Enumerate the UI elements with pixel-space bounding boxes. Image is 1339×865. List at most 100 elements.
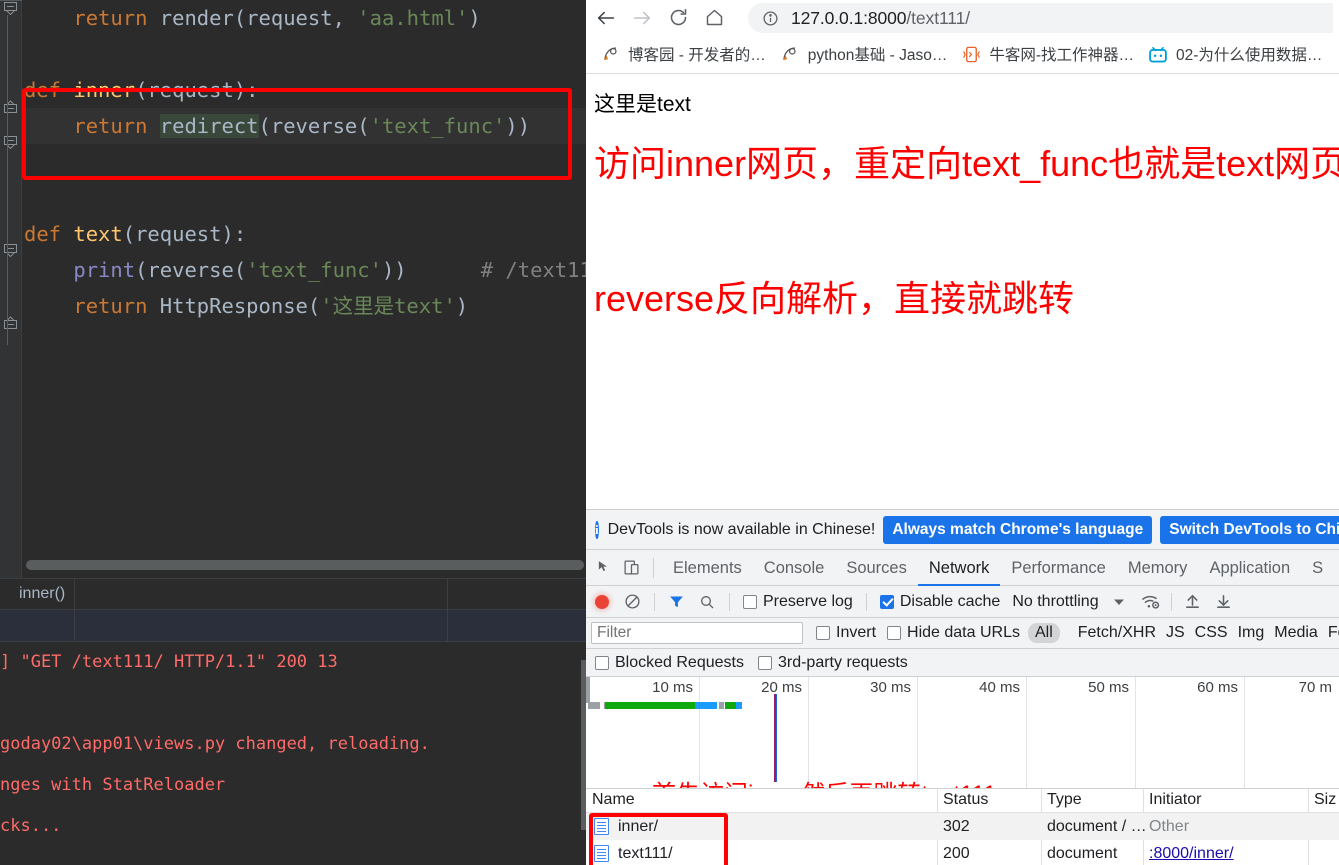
code-line[interactable]: return HttpResponse('这里是text'): [22, 288, 586, 324]
tab-application[interactable]: Application: [1198, 550, 1301, 586]
editor-horizontal-scrollbar[interactable]: [26, 560, 584, 570]
code-line[interactable]: def inner(request):: [22, 72, 586, 108]
code-line[interactable]: [22, 144, 586, 180]
import-har-icon[interactable]: [1184, 593, 1201, 610]
reload-icon[interactable]: [660, 0, 696, 35]
column-header-initiator[interactable]: Initiator: [1149, 791, 1201, 809]
chevron-down-icon[interactable]: [1113, 596, 1125, 608]
console-toolbar[interactable]: [0, 610, 586, 642]
device-toolbar-icon[interactable]: [618, 550, 645, 586]
inspect-element-icon[interactable]: [591, 550, 618, 586]
filter-type-js[interactable]: JS: [1166, 624, 1185, 642]
fold-arrow-icon[interactable]: [4, 100, 17, 113]
console-line: nges with StatReloader: [0, 775, 226, 795]
code-token: return: [73, 6, 160, 30]
fold-arrow-icon[interactable]: [4, 316, 17, 329]
console-line: ] "GET /text111/ HTTP/1.1" 200 13: [0, 652, 338, 672]
code-line[interactable]: [22, 36, 586, 72]
tab-network[interactable]: Network: [918, 550, 1001, 586]
blocked-requests-checkbox[interactable]: [595, 655, 609, 670]
third-party-requests-checkbox[interactable]: [757, 655, 772, 670]
network-requests-table[interactable]: Name Status Type Initiator Siz inner/ 30…: [586, 789, 1339, 865]
code-line[interactable]: print(reverse('text_func')) # /text111/: [22, 252, 586, 288]
fold-arrow-icon[interactable]: [4, 2, 17, 15]
hide-data-urls-checkbox[interactable]: [887, 626, 902, 640]
filter-input[interactable]: [591, 622, 803, 644]
tab-memory[interactable]: Memory: [1117, 550, 1199, 586]
network-conditions-icon[interactable]: [1141, 592, 1160, 611]
filter-icon[interactable]: [668, 593, 685, 610]
third-party-requests-label[interactable]: 3rd-party requests: [778, 654, 908, 672]
code-token: (request):: [135, 78, 259, 102]
blocked-requests-label[interactable]: Blocked Requests: [615, 654, 744, 672]
screen: return render(request, 'aa.html') def in…: [0, 0, 1339, 865]
ide-window: return render(request, 'aa.html') def in…: [0, 0, 586, 865]
info-circle-icon[interactable]: [762, 10, 779, 27]
run-console-output[interactable]: ] "GET /text111/ HTTP/1.1" 200 13 goday0…: [0, 642, 586, 865]
disable-cache-checkbox[interactable]: [879, 594, 894, 609]
tab-performance[interactable]: Performance: [1000, 550, 1116, 586]
fold-arrow-icon[interactable]: [4, 136, 17, 149]
request-name[interactable]: text111/: [618, 845, 673, 863]
bookmark-item[interactable]: 牛客网-找工作神器…: [961, 43, 1134, 65]
search-icon[interactable]: [699, 594, 715, 610]
filter-type-img[interactable]: Img: [1238, 624, 1265, 642]
disable-cache-label[interactable]: Disable cache: [900, 593, 1001, 611]
overview-annotation: 首先访问inner然后再跳转text111: [652, 774, 997, 788]
tab-console[interactable]: Console: [753, 550, 836, 586]
record-button[interactable]: [595, 594, 609, 609]
clear-icon[interactable]: [624, 593, 641, 610]
code-token: render(request,: [159, 6, 358, 30]
switch-to-chinese-button[interactable]: Switch DevTools to Chinese: [1160, 515, 1339, 544]
filter-type-fetch-xhr[interactable]: Fetch/XHR: [1078, 624, 1156, 642]
filter-type-all[interactable]: All: [1027, 623, 1060, 643]
preserve-log-checkbox[interactable]: [743, 594, 757, 609]
request-type: document: [1047, 844, 1118, 862]
code-line[interactable]: def text(request):: [22, 216, 586, 252]
column-header-name[interactable]: Name: [592, 791, 635, 809]
tab-sources[interactable]: Sources: [835, 550, 918, 586]
code-line[interactable]: return redirect(reverse('text_func')): [22, 108, 586, 144]
table-row[interactable]: text111/ 200 document :8000/inner/: [586, 840, 1339, 865]
bookmark-item[interactable]: 博客园 - 开发者的…: [600, 43, 766, 65]
console-line: cks...: [0, 816, 62, 836]
preserve-log-label[interactable]: Preserve log: [763, 593, 853, 611]
home-icon[interactable]: [696, 0, 732, 35]
code-line[interactable]: return render(request, 'aa.html'): [22, 0, 586, 36]
invert-checkbox[interactable]: [816, 626, 830, 640]
column-header-size[interactable]: Siz: [1314, 791, 1336, 809]
code-line[interactable]: [22, 180, 586, 216]
network-overview-timeline[interactable]: 10 ms 20 ms 30 ms 40 ms 50 ms 60 ms 70 m…: [586, 677, 1339, 789]
always-match-language-button[interactable]: Always match Chrome's language: [883, 515, 1153, 544]
table-row[interactable]: inner/ 302 document / … Other: [586, 813, 1339, 840]
column-header-status[interactable]: Status: [943, 791, 988, 809]
request-name[interactable]: inner/: [618, 818, 658, 836]
bookmark-item[interactable]: python基础 - Jaso…: [780, 43, 947, 65]
code-content[interactable]: return render(request, 'aa.html') def in…: [22, 0, 586, 578]
filter-type-font[interactable]: Font: [1328, 624, 1339, 642]
waterfall-segment: [588, 702, 600, 709]
editor-breadcrumb[interactable]: inner(): [0, 578, 586, 611]
column-header-type[interactable]: Type: [1047, 791, 1082, 809]
devtools-language-banner: i DevTools is now available in Chinese! …: [586, 510, 1339, 550]
scrollbar-thumb[interactable]: [26, 560, 584, 570]
code-editor[interactable]: return render(request, 'aa.html') def in…: [0, 0, 586, 578]
address-bar[interactable]: 127.0.0.1:8000/text111/: [748, 3, 1333, 33]
export-har-icon[interactable]: [1215, 593, 1232, 610]
throttling-select[interactable]: No throttling: [1012, 593, 1098, 611]
fold-arrow-icon[interactable]: [4, 244, 17, 257]
bookmark-item[interactable]: 02-为什么使用数据…: [1148, 43, 1322, 65]
hide-data-urls-label[interactable]: Hide data URLs: [907, 624, 1020, 642]
invert-label[interactable]: Invert: [836, 624, 876, 642]
request-initiator[interactable]: :8000/inner/: [1149, 845, 1234, 863]
filter-type-media[interactable]: Media: [1274, 624, 1318, 642]
tab-elements[interactable]: Elements: [662, 550, 753, 586]
tab-security[interactable]: S: [1301, 550, 1334, 586]
editor-gutter[interactable]: [0, 0, 22, 578]
timeline-tick: 10 ms: [652, 679, 693, 696]
forward-arrow-icon[interactable]: [624, 0, 660, 35]
filter-type-css[interactable]: CSS: [1195, 624, 1228, 642]
back-arrow-icon[interactable]: [588, 0, 624, 35]
